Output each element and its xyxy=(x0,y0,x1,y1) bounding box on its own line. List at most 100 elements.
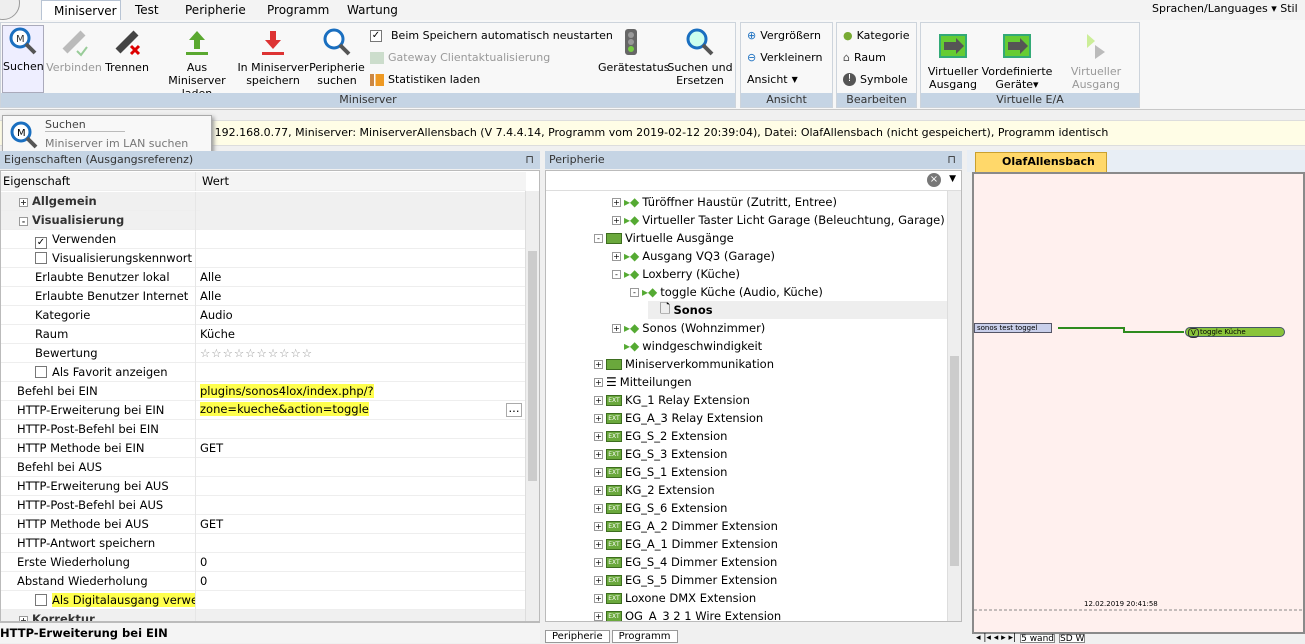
dropdown-arrow-icon[interactable]: ▼ xyxy=(949,174,956,184)
property-value[interactable]: Küche xyxy=(200,325,526,344)
zoom-out-button[interactable]: ⊖ Verkleinern xyxy=(747,51,822,64)
expand-icon[interactable]: + xyxy=(594,359,603,369)
expand-icon[interactable]: + xyxy=(594,521,603,531)
virtueller-ausgang-button[interactable]: Virtueller Ausgang xyxy=(925,31,981,91)
property-value[interactable] xyxy=(200,591,526,610)
tree-item[interactable]: + EXT EG_A_1 Dimmer Extension xyxy=(594,535,778,553)
checkbox-checked[interactable]: ✓ xyxy=(370,29,382,42)
property-row[interactable]: HTTP-Antwort speichern xyxy=(1,534,526,553)
expand-icon[interactable]: + xyxy=(19,198,28,207)
expand-icon[interactable]: - xyxy=(19,217,28,226)
app-menu-button[interactable] xyxy=(0,0,20,20)
property-value[interactable]: Audio xyxy=(200,306,526,325)
output-block[interactable]: Vtoggle Küche xyxy=(1185,327,1285,338)
property-row[interactable]: + Korrektur xyxy=(1,610,526,621)
expand-icon[interactable]: + xyxy=(612,215,621,225)
property-value[interactable]: GET xyxy=(200,439,526,458)
tree-item[interactable]: + EXT EG_S_5 Dimmer Extension xyxy=(594,571,777,589)
property-row[interactable]: HTTP-Erweiterung bei EIN... xyxy=(1,401,526,420)
expand-icon[interactable]: + xyxy=(594,503,603,513)
property-value[interactable]: Alle xyxy=(200,287,526,306)
checkbox[interactable]: ✓ xyxy=(35,237,47,249)
property-row[interactable]: HTTP Methode bei EIN GET xyxy=(1,439,526,458)
property-row[interactable]: Bewertung ☆☆☆☆☆☆☆☆☆☆ xyxy=(1,344,526,363)
expand-icon[interactable]: - xyxy=(594,233,603,243)
property-value[interactable] xyxy=(200,610,526,621)
property-value[interactable] xyxy=(200,496,526,515)
tree-item[interactable]: + EXT EG_A_3 Relay Extension xyxy=(594,409,763,427)
expand-icon[interactable]: + xyxy=(594,449,603,459)
auto-restart-checkbox[interactable]: ✓ Beim Speichern automatisch neustarten xyxy=(370,29,613,42)
rating-stars[interactable]: ☆☆☆☆☆☆☆☆☆☆ xyxy=(200,344,526,363)
property-row[interactable]: HTTP-Post-Befehl bei AUS xyxy=(1,496,526,515)
property-row[interactable]: Befehl bei EIN plugins/sonos4lox/index.ph… xyxy=(1,382,526,416)
tab-programm-bottom[interactable]: Programm xyxy=(611,630,678,643)
tree-item[interactable]: + EXT EG_S_3 Extension xyxy=(594,445,727,463)
property-row[interactable]: ✓ Verwenden xyxy=(1,230,526,249)
tree-item[interactable]: + EXT EG_S_6 Extension xyxy=(594,499,727,517)
pin-icon[interactable]: ⊓ xyxy=(947,151,956,169)
tree-item[interactable]: + EXT EG_S_1 Extension xyxy=(594,463,727,481)
property-value[interactable]: ... xyxy=(200,401,526,420)
expand-icon[interactable]: + xyxy=(594,413,603,423)
document-tab[interactable]: OlafAllensbach × xyxy=(975,152,1107,186)
property-value[interactable] xyxy=(200,534,526,553)
property-row[interactable]: - Visualisierung xyxy=(1,211,526,230)
property-value[interactable]: 0 xyxy=(200,553,526,572)
property-row[interactable]: Erlaubte Benutzer lokal Alle xyxy=(1,268,526,287)
tree-item[interactable]: + Miniserverkommunikation xyxy=(594,355,774,373)
zoom-in-button[interactable]: ⊕ Vergrößern xyxy=(747,29,821,42)
expand-icon[interactable]: + xyxy=(594,611,603,621)
raum-button[interactable]: ⌂ Raum xyxy=(843,51,886,64)
ansicht-dropdown[interactable]: Ansicht ▼ xyxy=(747,73,798,86)
expand-icon[interactable]: + xyxy=(594,593,603,603)
checkbox[interactable] xyxy=(35,594,47,606)
checkbox[interactable] xyxy=(35,252,47,264)
expand-icon[interactable]: + xyxy=(612,251,621,261)
property-value[interactable]: Alle xyxy=(200,268,526,287)
gateway-button[interactable]: Gateway Clientaktualisierung xyxy=(370,51,550,64)
property-value[interactable] xyxy=(200,420,526,439)
nav-arrows-icon[interactable]: ◂ |◂ ◂ ▸ ▸| xyxy=(976,634,1016,643)
tree-search[interactable]: × ▼ xyxy=(546,171,961,191)
property-row[interactable]: Als Favorit anzeigen xyxy=(1,363,526,382)
property-row[interactable]: Erste Wiederholung 0 xyxy=(1,553,526,572)
tree-item[interactable]: 🗋 Sonos xyxy=(648,301,948,319)
peripherie-suchen-button[interactable]: Peripherie suchen xyxy=(309,27,365,87)
input-block[interactable]: sonos test toggel xyxy=(974,323,1052,333)
expand-icon[interactable]: + xyxy=(594,467,603,477)
property-row[interactable]: HTTP-Post-Befehl bei EIN xyxy=(1,420,526,439)
property-value[interactable]: GET xyxy=(200,515,526,534)
property-row[interactable]: Als Digitalausgang verwend... xyxy=(1,591,526,610)
property-value[interactable] xyxy=(200,211,526,230)
expand-icon[interactable]: + xyxy=(594,377,603,387)
vordefinierte-geraete-button[interactable]: Vordefinierte Geräte▾ xyxy=(981,31,1053,91)
properties-scrollbar[interactable] xyxy=(525,191,539,621)
tree-item[interactable]: + ▸◆ Sonos (Wohnzimmer) xyxy=(612,319,765,337)
property-row[interactable]: Erlaubte Benutzer Internet Alle xyxy=(1,287,526,306)
property-row[interactable]: Abstand Wiederholung 0 xyxy=(1,572,526,591)
tree-item[interactable]: + ▸◆ Virtueller Taster Licht Garage (Beleu… xyxy=(612,211,945,229)
trennen-button[interactable]: Trennen xyxy=(104,27,150,74)
tab-peripherie[interactable]: Peripherie xyxy=(173,0,258,21)
property-row[interactable]: Raum Küche xyxy=(1,325,526,344)
geraetestatus-button[interactable]: Gerätestatus xyxy=(598,27,669,74)
program-canvas[interactable]: sonos test toggel Vtoggle Küche 12.02.20… xyxy=(972,172,1305,634)
tree-item[interactable]: + EXT OG_A_3 2 1 Wire Extension xyxy=(594,607,781,621)
property-value[interactable] xyxy=(200,477,526,496)
property-value[interactable]: 0 xyxy=(200,572,526,591)
expand-icon[interactable]: + xyxy=(594,557,603,567)
clear-icon[interactable]: × xyxy=(927,173,941,187)
ellipsis-button[interactable]: ... xyxy=(506,402,522,417)
tree-item[interactable]: + EXT EG_A_2 Dimmer Extension xyxy=(594,517,778,535)
load-from-miniserver-button[interactable]: Aus Miniserver laden xyxy=(159,27,235,100)
tab-peripherie-bottom[interactable]: Peripherie xyxy=(545,630,610,643)
tab-wartung[interactable]: Wartung xyxy=(335,0,410,21)
tree-item[interactable]: + EXT EG_S_4 Dimmer Extension xyxy=(594,553,777,571)
tree-item[interactable]: + EXT KG_1 Relay Extension xyxy=(594,391,750,409)
scroll-thumb[interactable] xyxy=(528,251,537,481)
checkbox[interactable] xyxy=(35,366,47,378)
property-row[interactable]: HTTP Methode bei AUS GET xyxy=(1,515,526,534)
tree-item[interactable]: + ▸◆ Türöffner Haustür (Zutritt, Entree) xyxy=(612,193,837,211)
property-row[interactable]: Kategorie Audio xyxy=(1,306,526,325)
